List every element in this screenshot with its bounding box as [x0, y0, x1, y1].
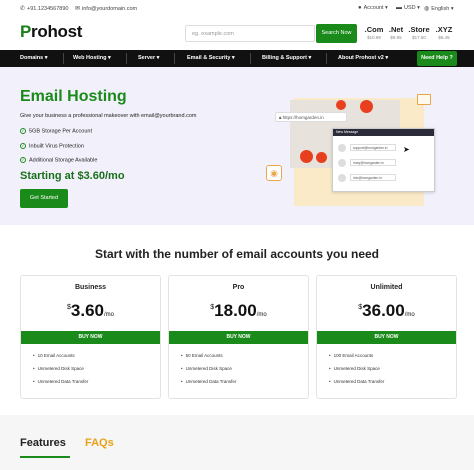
get-started-button[interactable]: Get Started	[20, 189, 68, 208]
mail-icon: ✉	[75, 6, 81, 12]
cursor-icon: ➤	[403, 145, 410, 154]
orange-decoration	[360, 100, 373, 113]
tld-store[interactable]: .Store $17.50	[407, 25, 431, 40]
starting-price: Starting at $3.60/mo	[20, 170, 125, 182]
plan-price: $36.00/mo	[358, 301, 415, 320]
nav-server[interactable]: Server ▾	[138, 50, 159, 67]
pricing-title: Start with the number of email accounts …	[94, 247, 380, 261]
nav-domains[interactable]: Domains ▾	[20, 50, 48, 67]
plan-card-pro: Pro $18.00/mo BUY NOW 50 Email Accounts …	[168, 275, 309, 399]
nav-about[interactable]: About Prohost v2 ▾	[338, 50, 388, 67]
card-icon: ▬	[396, 5, 402, 11]
tab-faqs[interactable]: FAQs	[85, 437, 114, 449]
plan-price: $18.00/mo	[210, 301, 267, 320]
envelope-icon	[417, 94, 431, 105]
email-row: mary@homgarden.in	[350, 159, 396, 166]
plan-feature: Unmetered Data Transfer	[33, 379, 89, 384]
buy-now-button[interactable]: BUY NOW	[169, 331, 308, 344]
plan-feature: Unmetered Disk Space	[181, 366, 232, 371]
domain-search-input[interactable]: eg. example.com	[185, 25, 315, 42]
plan-card-business: Business $3.60/mo BUY NOW 10 Email Accou…	[20, 275, 161, 399]
orange-decoration	[316, 152, 327, 163]
url-bar: 🔒︎ https://homgarden.in	[275, 112, 347, 122]
nav-divider	[326, 53, 327, 64]
hero-subtitle: Give your business a professional makeov…	[20, 113, 197, 119]
feature-item: ✓ Additional Storage Available	[20, 157, 98, 164]
check-icon: ✓	[20, 143, 26, 149]
nav-divider	[250, 53, 251, 64]
avatar	[338, 144, 346, 152]
window-title: New Message	[333, 129, 434, 136]
orange-decoration	[300, 150, 313, 163]
plan-price: $3.60/mo	[66, 301, 114, 320]
plan-feature: 100 Email Accounts	[329, 353, 374, 358]
active-tab-underline	[20, 456, 70, 458]
email-row: info@homgarden.in	[350, 174, 396, 181]
plan-feature: Unmetered Data Transfer	[329, 379, 385, 384]
nav-divider	[174, 53, 175, 64]
tld-com[interactable]: .Com $10.99	[362, 25, 386, 40]
user-icon: ●	[358, 5, 362, 11]
plan-name: Business	[74, 284, 107, 291]
user-icon: ◉	[266, 165, 282, 181]
email-link[interactable]: ✉ info@yourdomain.com	[75, 5, 137, 12]
tab-features[interactable]: Features	[20, 437, 66, 449]
nav-divider	[63, 53, 64, 64]
nav-billing-support[interactable]: Billing & Support ▾	[262, 50, 311, 67]
nav-email-security[interactable]: Email & Security ▾	[187, 50, 235, 67]
plan-name: Pro	[232, 284, 245, 291]
phone-link[interactable]: ✆ +91.1234567890	[20, 5, 68, 12]
feature-item: ✓ 5GB Storage Per Account	[20, 128, 92, 135]
top-bar: ✆ +91.1234567890 ✉ info@yourdomain.com ● Ac…	[0, 0, 474, 16]
plan-feature: 10 Email Accounts	[33, 353, 75, 358]
logo[interactable]: Prohost	[20, 22, 82, 42]
lock-icon: 🔒︎	[279, 115, 282, 120]
currency-menu[interactable]: ▬ USD ▾	[396, 5, 420, 11]
feature-item: ✓ Inbuilt Virus Protection	[20, 143, 84, 150]
need-help-button[interactable]: Need Help ?	[417, 51, 457, 66]
tld-xyz[interactable]: .XYZ $6.45	[432, 25, 456, 40]
plan-card-unlimited: Unlimited $36.00/mo BUY NOW 100 Email Ac…	[316, 275, 457, 399]
email-row: support@homgarden.in	[350, 144, 396, 151]
search-now-button[interactable]: Search Now	[316, 24, 357, 43]
tld-net[interactable]: .Net $9.95	[384, 25, 408, 40]
plan-name: Unlimited	[370, 284, 403, 291]
phone-icon: ✆	[20, 6, 26, 12]
plan-feature: Unmetered Disk Space	[33, 366, 84, 371]
main-nav: Domains ▾ Web Hosting ▾ Server ▾ Email &…	[0, 50, 474, 67]
plan-feature: Unmetered Data Transfer	[181, 379, 237, 384]
check-icon: ✓	[20, 128, 26, 134]
page-title: Email Hosting	[20, 88, 127, 105]
nav-divider	[126, 53, 127, 64]
plan-feature: 50 Email Accounts	[181, 353, 223, 358]
buy-now-button[interactable]: BUY NOW	[317, 331, 456, 344]
globe-icon: ◍	[424, 6, 430, 12]
orange-decoration	[336, 100, 346, 110]
buy-now-button[interactable]: BUY NOW	[21, 331, 160, 344]
check-icon: ✓	[20, 157, 26, 163]
avatar	[338, 159, 346, 167]
language-menu[interactable]: ◍ English ▾	[424, 5, 454, 12]
account-menu[interactable]: ● Account ▾	[358, 5, 388, 11]
features-section	[0, 415, 474, 470]
avatar	[338, 174, 346, 182]
plan-feature: Unmetered Disk Space	[329, 366, 380, 371]
nav-web-hosting[interactable]: Web Hosting ▾	[73, 50, 111, 67]
email-window: New Message support@homgarden.in mary@ho…	[332, 128, 435, 192]
